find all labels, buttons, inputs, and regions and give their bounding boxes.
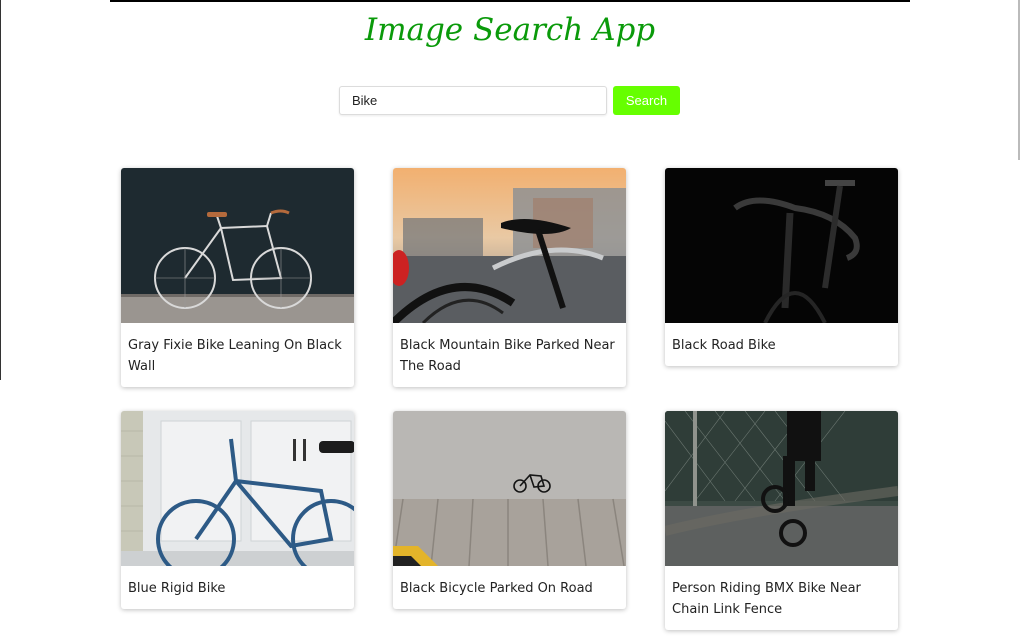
frame-top-line bbox=[110, 0, 910, 2]
result-caption: Blue Rigid Bike bbox=[128, 581, 226, 596]
result-image bbox=[121, 411, 354, 566]
result-caption: Black Road Bike bbox=[672, 338, 776, 353]
result-card[interactable]: Black Bicycle Parked On Road bbox=[393, 411, 626, 609]
result-caption: Person Riding BMX Bike Near Chain Link F… bbox=[672, 581, 861, 617]
result-card[interactable]: Person Riding BMX Bike Near Chain Link F… bbox=[665, 411, 898, 630]
result-card[interactable]: Gray Fixie Bike Leaning On Black Wall bbox=[121, 168, 354, 387]
app-title: Image Search App bbox=[364, 12, 656, 48]
result-caption: Black Bicycle Parked On Road bbox=[400, 581, 593, 596]
result-card[interactable]: Black Mountain Bike Parked Near The Road bbox=[393, 168, 626, 387]
result-image bbox=[665, 411, 898, 566]
frame-left-line bbox=[0, 0, 1, 380]
search-input[interactable] bbox=[339, 86, 607, 115]
search-button[interactable]: Search bbox=[613, 86, 680, 115]
result-caption: Black Mountain Bike Parked Near The Road bbox=[400, 338, 615, 374]
result-image bbox=[121, 168, 354, 323]
result-card[interactable]: Black Road Bike bbox=[665, 168, 898, 366]
result-image bbox=[665, 168, 898, 323]
result-caption: Gray Fixie Bike Leaning On Black Wall bbox=[128, 338, 342, 374]
search-bar: Search bbox=[339, 86, 680, 115]
result-card[interactable]: Blue Rigid Bike bbox=[121, 411, 354, 609]
result-image bbox=[393, 168, 626, 323]
result-image bbox=[393, 411, 626, 566]
